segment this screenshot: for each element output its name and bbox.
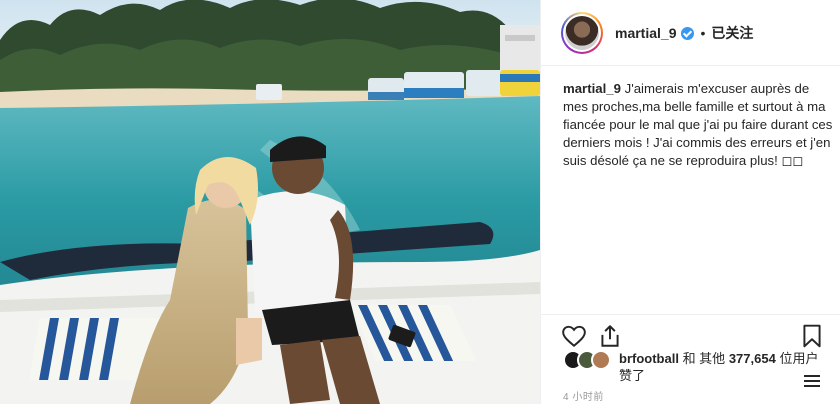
bookmark-icon[interactable]	[799, 323, 825, 349]
header-separator: •	[700, 24, 706, 41]
likes-connector: 和 其他	[682, 351, 726, 366]
liker-username[interactable]: brfootball	[619, 351, 679, 366]
heart-icon[interactable]	[561, 323, 587, 349]
likes-summary[interactable]: brfootball 和 其他 377,654 位用户 赞了	[563, 350, 833, 384]
post-side-panel: martial_9 • 已关注 martial_9 J'aimerais m'e…	[540, 0, 840, 404]
likes-text: brfootball 和 其他 377,654 位用户 赞了	[619, 350, 818, 384]
header-username[interactable]: martial_9	[615, 25, 676, 41]
likes-suffix: 位用户	[779, 351, 819, 366]
post-photo-scene	[0, 0, 540, 404]
more-options-icon[interactable]	[804, 374, 820, 387]
following-button[interactable]: 已关注	[711, 23, 753, 43]
avatar[interactable]	[561, 11, 603, 54]
caption-username[interactable]: martial_9	[563, 81, 621, 96]
liker-avatars	[563, 350, 615, 372]
post-photo[interactable]	[0, 0, 540, 404]
likes-line2: 赞了	[619, 368, 646, 383]
liker-avatar-3	[591, 350, 611, 370]
share-icon[interactable]	[597, 323, 623, 349]
avatar-border	[563, 13, 601, 52]
post-caption: martial_9 J'aimerais m'excuser auprès de…	[563, 80, 833, 170]
post-header: martial_9 • 已关注	[541, 0, 840, 66]
likes-count[interactable]: 377,654	[729, 351, 776, 366]
post-timestamp[interactable]: 4 小时前	[563, 388, 604, 403]
verified-badge-icon	[681, 27, 695, 40]
avatar-image	[565, 15, 599, 50]
action-bar	[541, 314, 840, 354]
